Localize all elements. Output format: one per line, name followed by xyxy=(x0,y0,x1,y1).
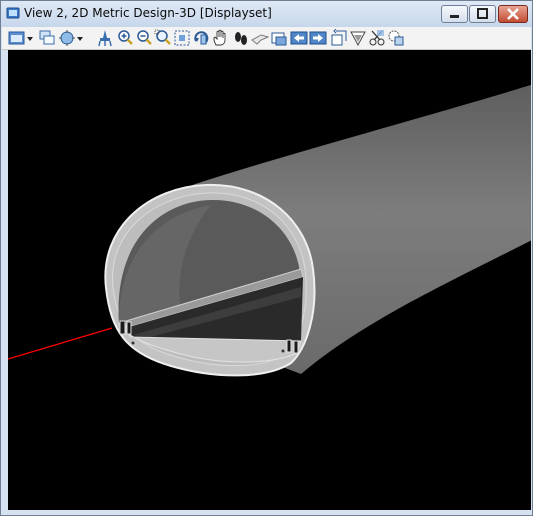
maximize-icon xyxy=(477,8,488,19)
zoom-in-icon[interactable] xyxy=(116,29,134,47)
title-bar[interactable]: View 2, 2D Metric Design-3D [Displayset] xyxy=(1,1,532,27)
zoom-out-icon[interactable] xyxy=(135,29,153,47)
minimize-icon xyxy=(450,15,459,18)
clip-volume-icon[interactable] xyxy=(368,29,386,47)
view-attributes-icon[interactable] xyxy=(8,29,26,47)
level-display-icon[interactable] xyxy=(38,29,56,47)
close-icon xyxy=(507,8,519,20)
pan-view-icon[interactable] xyxy=(211,29,229,47)
fit-view-icon[interactable] xyxy=(173,29,191,47)
view-rotation-icon[interactable] xyxy=(330,29,348,47)
walk-icon[interactable] xyxy=(232,29,250,47)
previous-view-icon[interactable] xyxy=(290,29,308,47)
dropdown-arrow-icon[interactable] xyxy=(76,29,84,47)
view-window-icon xyxy=(6,7,20,19)
dropdown-arrow-icon[interactable] xyxy=(26,29,34,47)
red-leader-line xyxy=(8,327,113,360)
minimize-button[interactable] xyxy=(441,5,468,23)
fly-icon[interactable] xyxy=(251,29,269,47)
close-button[interactable] xyxy=(498,5,528,23)
display-style-icon[interactable] xyxy=(58,29,76,47)
view-camera-icon[interactable] xyxy=(270,29,288,47)
next-view-icon[interactable] xyxy=(309,29,327,47)
clip-mask-icon[interactable] xyxy=(387,29,405,47)
update-view-icon[interactable] xyxy=(96,29,114,47)
view-window: View 2, 2D Metric Design-3D [Displayset] xyxy=(0,0,533,516)
view-toolbar xyxy=(2,27,531,50)
window-area-icon[interactable] xyxy=(154,29,172,47)
rotate-view-icon[interactable] xyxy=(192,29,210,47)
camera-view-icon[interactable] xyxy=(349,29,367,47)
3d-viewport[interactable] xyxy=(8,50,531,510)
window-title: View 2, 2D Metric Design-3D [Displayset] xyxy=(24,6,272,20)
maximize-button[interactable] xyxy=(469,5,496,23)
tunnel-model xyxy=(8,84,531,377)
